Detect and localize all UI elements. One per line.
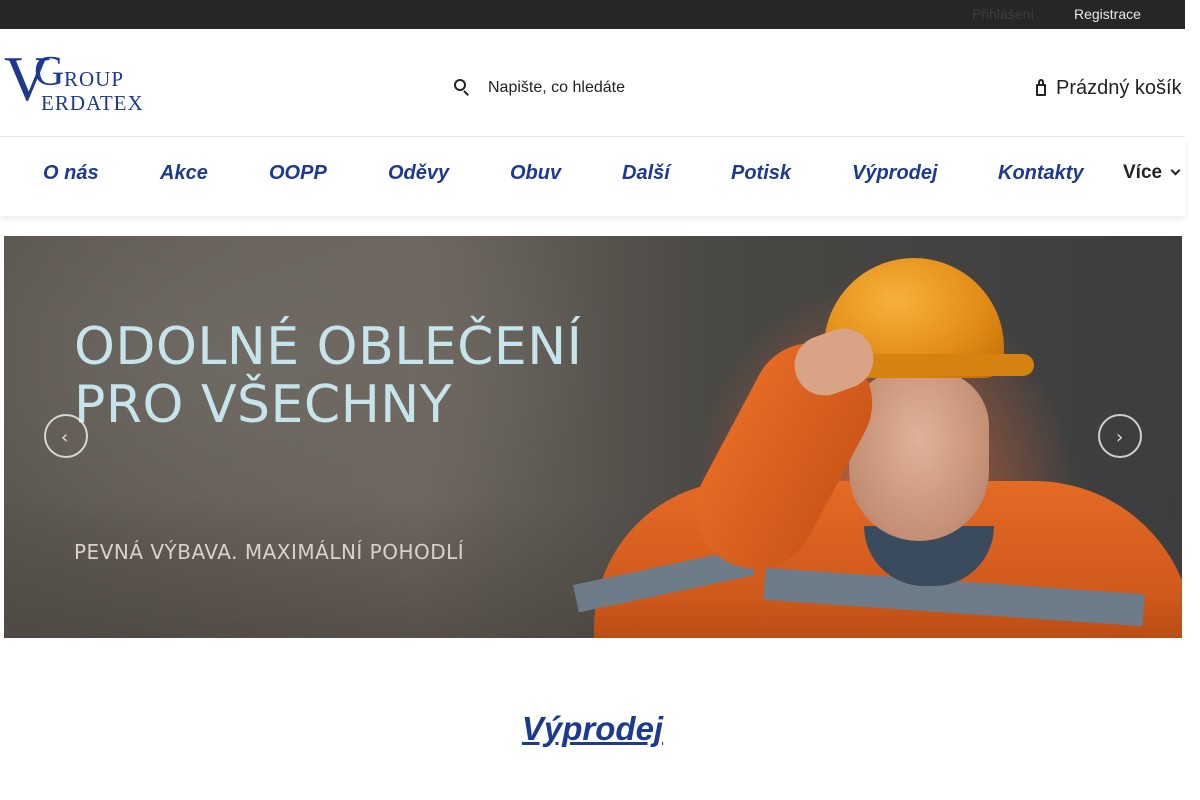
cart-label: Prázdný košík — [1056, 76, 1182, 99]
cart-button[interactable]: Prázdný košík — [1034, 74, 1182, 102]
main-navigation: O nás Akce OOPP Oděvy Obuv Další Potisk … — [0, 138, 1185, 216]
nav-item-potisk[interactable]: Potisk — [731, 162, 791, 185]
chevron-right-icon: › — [1116, 427, 1124, 448]
section-heading: Výprodej — [0, 710, 1185, 748]
login-link[interactable]: Přihlášení — [972, 6, 1034, 22]
nav-item-o-nas[interactable]: O nás — [43, 162, 99, 185]
top-bar: Přihlášení Registrace — [0, 0, 1185, 29]
banner-subline: PEVNÁ VÝBAVA. MAXIMÁLNÍ POHODLÍ — [74, 540, 465, 564]
nav-more-label: Více — [1123, 162, 1163, 183]
nav-item-kontakty[interactable]: Kontakty — [998, 162, 1084, 185]
hero-slider[interactable]: ODOLNÉ OBLEČENÍ PRO VŠECHNY PEVNÁ VÝBAVA… — [4, 236, 1182, 638]
nav-item-akce[interactable]: Akce — [160, 162, 208, 185]
verdatex-group-logo[interactable]: V G ROUP ERDATEX — [4, 47, 154, 117]
logo-letter-g: G — [34, 49, 65, 95]
logo-word-group: ROUP — [64, 67, 125, 91]
nav-item-dalsi[interactable]: Další — [622, 162, 670, 185]
chevron-left-icon: ‹ — [61, 427, 69, 448]
nav-item-obuv[interactable]: Obuv — [510, 162, 561, 185]
slider-next-button[interactable]: › — [1098, 414, 1142, 458]
shopping-bag-icon — [1034, 78, 1048, 98]
nav-more-dropdown[interactable]: Více — [1123, 162, 1181, 184]
slider-prev-button[interactable]: ‹ — [44, 414, 88, 458]
section-title-link[interactable]: Výprodej — [522, 710, 663, 747]
nav-item-odevy[interactable]: Oděvy — [388, 162, 449, 185]
search-placeholder[interactable]: Napište, co hledáte — [488, 79, 625, 97]
banner-headline-line1: ODOLNÉ OBLEČENÍ — [74, 317, 583, 377]
nav-item-vyprodej[interactable]: Výprodej — [852, 162, 938, 185]
nav-item-oopp[interactable]: OOPP — [269, 162, 327, 185]
search-icon[interactable] — [452, 78, 470, 98]
banner-headline-line2: PRO VŠECHNY — [74, 375, 452, 435]
register-link[interactable]: Registrace — [1074, 6, 1141, 22]
logo-word-verdatex: ERDATEX — [41, 91, 144, 115]
banner-headline: ODOLNÉ OBLEČENÍ PRO VŠECHNY — [74, 318, 654, 434]
search-box[interactable]: Napište, co hledáte — [452, 75, 692, 101]
site-header: V G ROUP ERDATEX Napište, co hledáte Prá… — [0, 29, 1185, 137]
chevron-down-icon — [1170, 165, 1181, 176]
